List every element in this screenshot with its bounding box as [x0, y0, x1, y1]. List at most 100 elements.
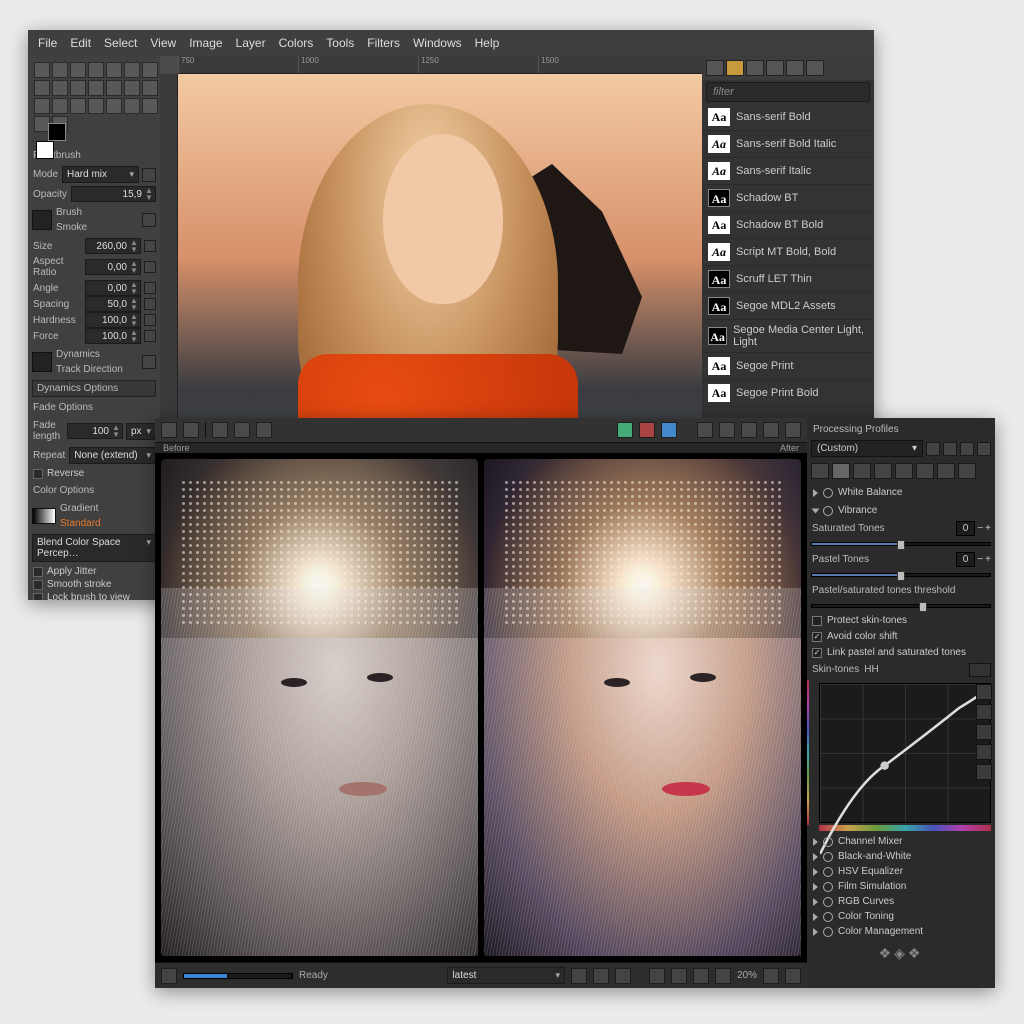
menu-help[interactable]: Help	[475, 36, 500, 50]
dynamics-value: Track Direction	[55, 362, 139, 377]
section-vibrance[interactable]: Vibrance	[811, 503, 991, 518]
reset-icon[interactable]	[144, 240, 156, 252]
fade-length-spinner[interactable]: ▲▼	[67, 423, 123, 439]
section-item[interactable]: Color Toning	[811, 909, 991, 924]
opacity-spinner[interactable]: ▲▼	[71, 186, 156, 202]
reset-icon[interactable]	[144, 330, 156, 342]
menu-windows[interactable]: Windows	[413, 36, 462, 50]
zoom-fit-icon[interactable]	[671, 968, 687, 984]
font-item[interactable]: AaSegoe Print	[702, 353, 874, 380]
brush-edit-icon[interactable]	[142, 213, 156, 227]
dynamics-options[interactable]: Dynamics Options	[32, 380, 156, 397]
menu-tools[interactable]: Tools	[326, 36, 354, 50]
profile-copy-icon[interactable]	[960, 442, 974, 456]
gradient-preview-icon[interactable]	[32, 508, 56, 524]
protect-skin-check[interactable]: Protect skin-tones	[811, 614, 991, 627]
font-item[interactable]: AaSans-serif Bold	[702, 104, 874, 131]
flip-h-icon[interactable]	[763, 422, 779, 438]
font-item[interactable]: AaScruff LET Thin	[702, 266, 874, 293]
zoom-in-icon[interactable]	[715, 968, 731, 984]
font-item[interactable]: AaSchadow BT Bold	[702, 212, 874, 239]
reverse-check[interactable]: Reverse	[32, 467, 156, 480]
prop-spinner[interactable]: ▲▼	[85, 259, 141, 275]
crop-tool-icon[interactable]	[212, 422, 228, 438]
next-icon[interactable]	[593, 968, 609, 984]
font-item[interactable]: AaSegoe Print Bold	[702, 380, 874, 407]
reset-icon[interactable]	[144, 282, 156, 294]
curve-tools[interactable]	[976, 684, 992, 780]
dock-tabs[interactable]	[702, 56, 874, 80]
avoid-shift-check[interactable]: ✓Avoid color shift	[811, 630, 991, 643]
pastel-slider[interactable]	[811, 573, 991, 577]
saturated-slider[interactable]	[811, 542, 991, 546]
straighten-tool-icon[interactable]	[234, 422, 250, 438]
font-filter-input[interactable]: filter	[706, 82, 870, 102]
reset-icon[interactable]	[144, 261, 156, 273]
font-item[interactable]: AaSchadow BT	[702, 185, 874, 212]
nav-select[interactable]: latest	[447, 967, 565, 984]
section-item[interactable]: Film Simulation	[811, 879, 991, 894]
prev-icon[interactable]	[571, 968, 587, 984]
menu-colors[interactable]: Colors	[279, 36, 314, 50]
section-item[interactable]: RGB Curves	[811, 894, 991, 909]
hh-curve[interactable]	[819, 683, 991, 823]
reset-icon[interactable]	[144, 314, 156, 326]
option-check[interactable]: Smooth stroke	[32, 578, 156, 591]
section-item[interactable]: HSV Equalizer	[811, 864, 991, 879]
section-white-balance[interactable]: White Balance	[811, 485, 991, 500]
menu-filters[interactable]: Filters	[367, 36, 400, 50]
saturated-value[interactable]: 0−+	[956, 521, 991, 536]
flip-v-icon[interactable]	[785, 422, 801, 438]
mode-select[interactable]: Hard mix	[62, 166, 139, 183]
font-item[interactable]: AaSans-serif Bold Italic	[702, 131, 874, 158]
dynamics-icon[interactable]	[32, 352, 52, 372]
option-check[interactable]: Apply Jitter	[32, 565, 156, 578]
menu-select[interactable]: Select	[104, 36, 137, 50]
preview-area[interactable]	[155, 453, 807, 962]
section-item[interactable]: Color Management	[811, 924, 991, 939]
rotate-left-icon[interactable]	[719, 422, 735, 438]
profile-paste-icon[interactable]	[977, 442, 991, 456]
prop-spinner[interactable]: ▲▼	[85, 296, 141, 312]
zoom-100-icon[interactable]	[693, 968, 709, 984]
spot-tool-icon[interactable]	[256, 422, 272, 438]
menu-layer[interactable]: Layer	[236, 36, 266, 50]
dynamics-edit-icon[interactable]	[142, 355, 156, 369]
menu-edit[interactable]: Edit	[70, 36, 91, 50]
prop-spinner[interactable]: ▲▼	[85, 312, 141, 328]
sync-icon[interactable]	[615, 968, 631, 984]
curve-type-icon[interactable]	[969, 663, 991, 677]
new-window-icon[interactable]	[763, 968, 779, 984]
picker-tool-icon[interactable]	[183, 422, 199, 438]
font-item[interactable]: AaSegoe MDL2 Assets	[702, 293, 874, 320]
menu-image[interactable]: Image	[189, 36, 222, 50]
queue-icon[interactable]	[161, 968, 177, 984]
font-item[interactable]: AaSans-serif Italic	[702, 158, 874, 185]
link-tones-check[interactable]: ✓Link pastel and saturated tones	[811, 646, 991, 659]
panel-tabs[interactable]	[811, 460, 991, 482]
profile-save-icon[interactable]	[926, 442, 940, 456]
fade-unit[interactable]: px	[126, 423, 156, 440]
hand-tool-icon[interactable]	[161, 422, 177, 438]
reset-icon[interactable]	[144, 298, 156, 310]
warning-icon[interactable]	[697, 422, 713, 438]
prop-spinner[interactable]: ▲▼	[85, 238, 141, 254]
prop-spinner[interactable]: ▲▼	[85, 280, 141, 296]
profile-load-icon[interactable]	[943, 442, 957, 456]
menu-view[interactable]: View	[150, 36, 176, 50]
threshold-slider[interactable]	[811, 604, 991, 608]
prop-spinner[interactable]: ▲▼	[85, 328, 141, 344]
option-check[interactable]: Lock brush to view	[32, 591, 156, 600]
font-item[interactable]: AaSegoe Media Center Light, Light	[702, 320, 874, 353]
blend-space-select[interactable]: Blend Color Space Percep…	[32, 534, 156, 562]
pastel-value[interactable]: 0−+	[956, 552, 991, 567]
menu-file[interactable]: File	[38, 36, 57, 50]
profile-select[interactable]: (Custom)▾	[811, 440, 923, 457]
brush-preview-icon[interactable]	[32, 210, 52, 230]
before-after-icon[interactable]	[785, 968, 801, 984]
reset-icon[interactable]	[142, 168, 156, 182]
zoom-out-icon[interactable]	[649, 968, 665, 984]
repeat-select[interactable]: None (extend)	[69, 447, 156, 464]
rotate-right-icon[interactable]	[741, 422, 757, 438]
font-item[interactable]: AaScript MT Bold, Bold	[702, 239, 874, 266]
